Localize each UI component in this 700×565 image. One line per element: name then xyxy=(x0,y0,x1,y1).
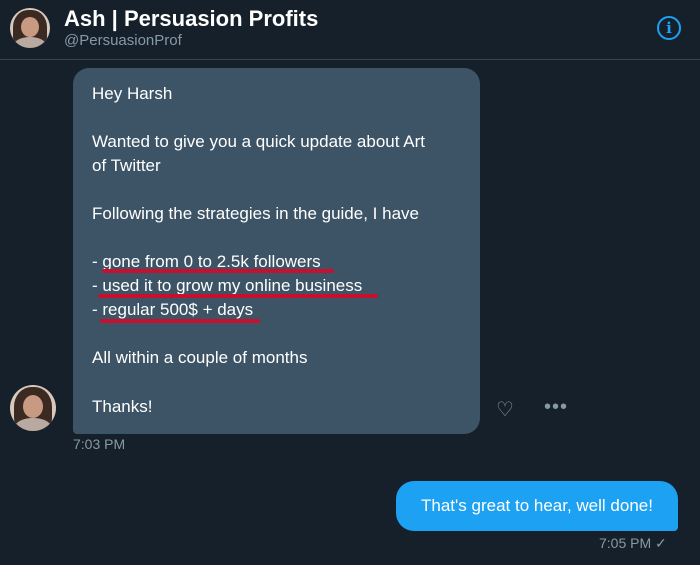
header-avatar[interactable] xyxy=(10,8,50,48)
red-underline xyxy=(102,269,334,273)
message-line: - used it to grow my online business xyxy=(92,276,363,295)
outgoing-time: 7:05 PM xyxy=(599,535,652,551)
info-icon[interactable]: i xyxy=(657,16,681,40)
more-icon[interactable]: ••• xyxy=(544,397,570,422)
check-icon: ✓ xyxy=(655,535,667,551)
message-line: of Twitter xyxy=(92,156,161,175)
message-line: Wanted to give you a quick update about … xyxy=(92,132,425,151)
heart-plus-icon[interactable]: ♡ xyxy=(496,398,522,422)
message-line: Thanks! xyxy=(92,397,153,416)
outgoing-timestamp: 7:05 PM ✓ xyxy=(599,535,667,552)
message-line: Hey Harsh xyxy=(92,84,173,103)
conversation-header: Ash | Persuasion Profits @PersuasionProf… xyxy=(0,0,700,60)
conversation-title[interactable]: Ash | Persuasion Profits xyxy=(64,6,318,32)
message-line: All within a couple of months xyxy=(92,348,308,367)
red-underline xyxy=(100,319,260,323)
outgoing-message-bubble: That's great to hear, well done! xyxy=(396,481,678,531)
incoming-message-bubble: Hey Harsh Wanted to give you a quick upd… xyxy=(73,68,480,434)
conversation-handle[interactable]: @PersuasionProf xyxy=(64,32,182,49)
sender-avatar[interactable] xyxy=(10,385,56,431)
outgoing-message-text: That's great to hear, well done! xyxy=(421,496,653,515)
red-underline xyxy=(98,294,378,298)
message-line: Following the strategies in the guide, I… xyxy=(92,204,419,223)
message-line: - regular 500$ + days xyxy=(92,300,254,319)
incoming-timestamp: 7:03 PM xyxy=(73,436,126,452)
